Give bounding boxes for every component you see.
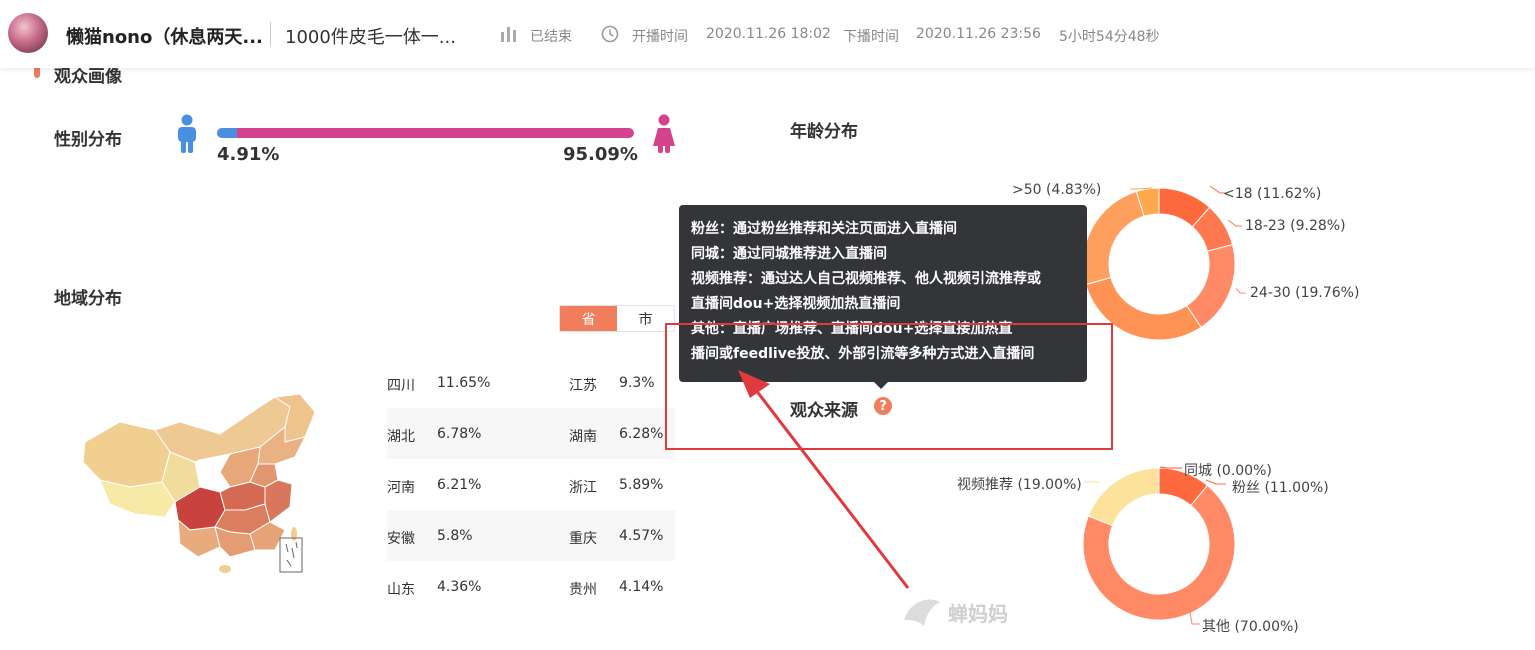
watermark-text: 蝉妈妈 bbox=[948, 602, 1008, 626]
female-percent: 95.09% bbox=[563, 144, 638, 165]
male-percent: 4.91% bbox=[217, 144, 280, 165]
header-divider bbox=[270, 22, 271, 46]
anchor-name[interactable]: 懒猫nono（休息两天... bbox=[66, 23, 263, 49]
province-name: 浙江 bbox=[569, 480, 597, 496]
source-label-fans: 粉丝 (11.00%) bbox=[1232, 480, 1329, 496]
avatar[interactable] bbox=[8, 13, 48, 53]
china-map[interactable] bbox=[80, 392, 320, 577]
header-bar: 懒猫nono（休息两天... 1000件皮毛一体一... 已结束 开播时间 20… bbox=[0, 0, 1535, 68]
tooltip-same-city: 同城：通过同城推荐进入直播间 bbox=[691, 246, 887, 262]
table-row: 四川 11.65% 江苏 9.3% bbox=[387, 357, 675, 408]
age-label-over-50: >50 (4.83%) bbox=[1012, 182, 1102, 198]
source-label-other: 其他 (70.00%) bbox=[1202, 619, 1299, 635]
table-row: 河南 6.21% 浙江 5.89% bbox=[387, 459, 675, 510]
gender-male-fill bbox=[217, 128, 238, 138]
cicada-logo-icon bbox=[904, 599, 940, 626]
tooltip-fans: 粉丝：通过粉丝推荐和关注页面进入直播间 bbox=[691, 221, 957, 237]
region-table: 四川 11.65% 江苏 9.3% 湖北 6.78% 湖南 6.28% 河南 6… bbox=[387, 357, 675, 612]
bar-chart-icon bbox=[501, 27, 516, 42]
start-time-label: 开播时间 bbox=[632, 29, 688, 45]
region-label: 地域分布 bbox=[54, 289, 122, 309]
start-time: 2020.11.26 18:02 bbox=[706, 26, 831, 42]
province-value: 6.28% bbox=[619, 426, 664, 442]
table-row: 湖北 6.78% 湖南 6.28% bbox=[387, 408, 675, 459]
province-name: 重庆 bbox=[569, 531, 597, 547]
annotation-highlight-box bbox=[665, 323, 1113, 450]
province-name: 河南 bbox=[387, 480, 415, 496]
live-status: 已结束 bbox=[530, 29, 572, 45]
age-label-24-30: 24-30 (19.76%) bbox=[1250, 285, 1360, 301]
province-name: 湖南 bbox=[569, 429, 597, 445]
clock-icon bbox=[601, 25, 619, 43]
tooltip-video-2: 直播间dou+选择视频加热直播间 bbox=[691, 296, 901, 312]
province-value: 6.78% bbox=[437, 426, 482, 442]
province-value: 9.3% bbox=[619, 375, 655, 391]
province-value: 5.8% bbox=[437, 528, 473, 544]
province-value: 6.21% bbox=[437, 477, 482, 493]
province-name: 安徽 bbox=[387, 531, 415, 547]
end-time: 2020.11.26 23:56 bbox=[916, 26, 1041, 42]
province-value: 5.89% bbox=[619, 477, 664, 493]
province-value: 4.36% bbox=[437, 579, 482, 595]
live-duration: 5小时54分48秒 bbox=[1059, 29, 1160, 45]
province-name: 湖北 bbox=[387, 429, 415, 445]
province-name: 贵州 bbox=[569, 582, 597, 598]
male-icon bbox=[178, 114, 196, 153]
age-label-18-23: 18-23 (9.28%) bbox=[1245, 218, 1346, 234]
source-leader-lines bbox=[1084, 466, 1226, 625]
province-name: 四川 bbox=[387, 378, 415, 394]
tab-province[interactable]: 省 bbox=[560, 306, 617, 331]
province-name: 江苏 bbox=[569, 378, 597, 394]
source-label-video: 视频推荐 (19.00%) bbox=[957, 477, 1082, 493]
age-label: 年龄分布 bbox=[790, 122, 858, 142]
table-row: 安徽 5.8% 重庆 4.57% bbox=[387, 510, 675, 561]
province-value: 11.65% bbox=[437, 375, 491, 391]
region-tabs: 省 市 bbox=[559, 305, 675, 332]
gender-bar bbox=[217, 128, 634, 138]
live-title[interactable]: 1000件皮毛一体一... bbox=[285, 23, 456, 49]
table-row: 山东 4.36% 贵州 4.14% bbox=[387, 561, 675, 612]
province-value: 4.14% bbox=[619, 579, 664, 595]
tooltip-video-1: 视频推荐：通过达人自己视频推荐、他人视频引流推荐或 bbox=[691, 271, 1041, 287]
female-icon bbox=[653, 114, 675, 153]
end-time-label: 下播时间 bbox=[843, 29, 899, 45]
gender-label: 性别分布 bbox=[54, 130, 122, 150]
province-name: 山东 bbox=[387, 582, 415, 598]
age-label-under-18: <18 (11.62%) bbox=[1223, 186, 1322, 202]
watermark: 蝉妈妈 bbox=[900, 590, 1030, 630]
province-value: 4.57% bbox=[619, 528, 664, 544]
